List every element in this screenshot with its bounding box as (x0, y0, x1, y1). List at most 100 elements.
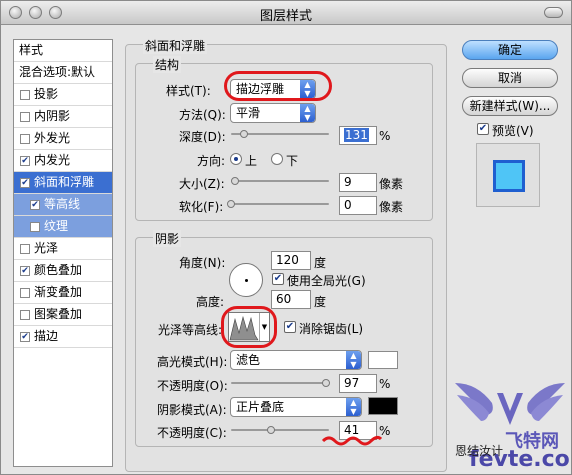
slider-knob[interactable] (267, 426, 276, 434)
slider-knob[interactable] (227, 200, 235, 208)
style-item-checkbox[interactable]: ✔ (30, 200, 40, 210)
chevron-updown-icon: ▲ ▼ (346, 398, 361, 416)
global-light-checkbox[interactable]: ✔ (272, 273, 284, 285)
altitude-label: 高度: (196, 295, 225, 309)
style-item-checkbox[interactable] (20, 134, 30, 144)
style-item-checkbox[interactable] (30, 222, 40, 232)
preview-square (493, 160, 525, 192)
direction-label: 方向: (197, 154, 226, 168)
style-list: 样式 混合选项:默认 投影 内阴影 外发光 ✔ 内发光 ✔ 斜面和浮雕 ✔ 等高… (13, 39, 113, 467)
direction-down-radio[interactable] (271, 153, 283, 165)
style-item-checkbox[interactable] (20, 90, 30, 100)
style-item-pattern-overlay[interactable]: 图案叠加 (14, 304, 112, 326)
title-bar: 图层样式 (1, 1, 571, 25)
chevron-updown-icon: ▲ ▼ (300, 104, 315, 122)
gloss-contour-label: 光泽等高线: (158, 323, 223, 337)
style-item-contour[interactable]: ✔ 等高线 (14, 194, 112, 216)
style-item-checkbox[interactable] (20, 112, 30, 122)
style-item-stroke[interactable]: ✔ 描边 (14, 326, 112, 348)
size-input[interactable]: 9 (339, 173, 377, 192)
angle-label: 角度(N): (179, 256, 226, 270)
style-list-header[interactable]: 样式 (14, 40, 112, 62)
soften-input[interactable]: 0 (339, 196, 377, 215)
highlight-mode-select[interactable]: 滤色 ▲ ▼ (230, 350, 362, 370)
annotation-circle-contour (221, 306, 277, 348)
shadow-mode-label: 阴影模式(A): (157, 403, 227, 417)
angle-unit: 度 (314, 256, 327, 270)
style-item-gradient-overlay[interactable]: 渐变叠加 (14, 282, 112, 304)
style-item-checkbox[interactable] (20, 244, 30, 254)
style-item-checkbox[interactable] (20, 310, 30, 320)
direction-up-radio[interactable] (230, 153, 242, 165)
highlight-opacity-slider[interactable] (231, 379, 331, 387)
size-unit: 像素 (379, 177, 404, 191)
watermark: 飞特网 fevte.com (447, 373, 571, 474)
shadow-mode-select[interactable]: 正片叠底 ▲ ▼ (230, 397, 362, 417)
ok-button[interactable]: 确定 (462, 40, 558, 60)
style-item-inner-shadow[interactable]: 内阴影 (14, 106, 112, 128)
style-item-inner-glow[interactable]: ✔ 内发光 (14, 150, 112, 172)
style-item-checkbox[interactable] (20, 288, 30, 298)
slider-knob[interactable] (230, 177, 239, 185)
shadow-mode-value: 正片叠底 (236, 400, 285, 414)
technique-select-value: 平滑 (236, 106, 261, 120)
style-item-blending-options[interactable]: 混合选项:默认 (14, 62, 112, 84)
toolbar-toggle-button[interactable] (544, 7, 563, 18)
new-style-button[interactable]: 新建样式(W)... (462, 96, 558, 116)
technique-select[interactable]: 平滑 ▲ ▼ (230, 103, 316, 123)
style-item-checkbox[interactable]: ✔ (20, 266, 30, 276)
partial-bottom-label: 恩结汝计 (455, 444, 504, 458)
depth-input[interactable]: 131 (339, 126, 377, 145)
shadow-opacity-label: 不透明度(C): (157, 426, 227, 440)
size-label: 大小(Z): (179, 177, 225, 191)
highlight-opacity-label: 不透明度(O): (157, 379, 228, 393)
shadow-opacity-slider[interactable] (231, 426, 329, 434)
style-item-checkbox[interactable]: ✔ (20, 178, 30, 188)
style-preview (476, 143, 540, 207)
altitude-input[interactable]: 60 (271, 290, 311, 309)
shadow-color-swatch[interactable] (368, 397, 398, 415)
direction-up-label: 上 (245, 154, 258, 168)
cancel-button[interactable]: 取消 (462, 68, 558, 88)
style-item-drop-shadow[interactable]: 投影 (14, 84, 112, 106)
slider-knob[interactable] (239, 130, 248, 138)
style-item-checkbox[interactable]: ✔ (20, 156, 30, 166)
style-item-color-overlay[interactable]: ✔ 颜色叠加 (14, 260, 112, 282)
depth-label: 深度(D): (179, 130, 226, 144)
style-label: 样式(T): (166, 84, 211, 98)
highlight-opacity-input[interactable]: 97 (339, 374, 377, 393)
window-title: 图层样式 (259, 9, 312, 24)
size-slider[interactable] (230, 177, 329, 185)
soften-label: 软化(F): (179, 200, 224, 214)
highlight-mode-label: 高光模式(H): (157, 355, 228, 369)
chevron-updown-icon: ▲ ▼ (346, 351, 361, 369)
soften-slider[interactable] (227, 200, 329, 208)
style-item-bevel-emboss[interactable]: ✔ 斜面和浮雕 (14, 172, 112, 194)
preview-checkbox[interactable]: ✔ (477, 123, 489, 135)
depth-slider[interactable] (231, 130, 329, 138)
angle-dial[interactable] (229, 263, 263, 297)
slider-knob[interactable] (322, 379, 331, 387)
direction-down-label: 下 (286, 154, 299, 168)
angle-input[interactable]: 120 (271, 251, 311, 270)
highlight-color-swatch[interactable] (368, 351, 398, 369)
depth-unit: % (379, 129, 391, 143)
highlight-mode-value: 滤色 (236, 353, 261, 367)
antialias-checkbox[interactable]: ✔ (284, 321, 296, 333)
style-item-satin[interactable]: 光泽 (14, 238, 112, 260)
layer-style-dialog: 图层样式 样式 混合选项:默认 投影 内阴影 外发光 ✔ 内发光 ✔ 斜面和浮雕 (0, 0, 572, 475)
structure-title: 结构 (153, 56, 182, 73)
style-item-outer-glow[interactable]: 外发光 (14, 128, 112, 150)
global-light-label: 使用全局光(G) (287, 274, 366, 288)
preview-label: 预览(V) (492, 124, 534, 138)
soften-unit: 像素 (379, 200, 404, 214)
shading-title: 阴影 (153, 230, 182, 247)
style-item-checkbox[interactable]: ✔ (20, 332, 30, 342)
technique-label: 方法(Q): (179, 108, 226, 122)
annotation-circle-style (224, 71, 332, 101)
antialias-label: 消除锯齿(L) (299, 322, 364, 336)
annotation-underline (321, 435, 383, 446)
style-item-texture[interactable]: 纹理 (14, 216, 112, 238)
bevel-emboss-title: 斜面和浮雕 (143, 37, 208, 54)
highlight-opacity-unit: % (379, 377, 391, 391)
